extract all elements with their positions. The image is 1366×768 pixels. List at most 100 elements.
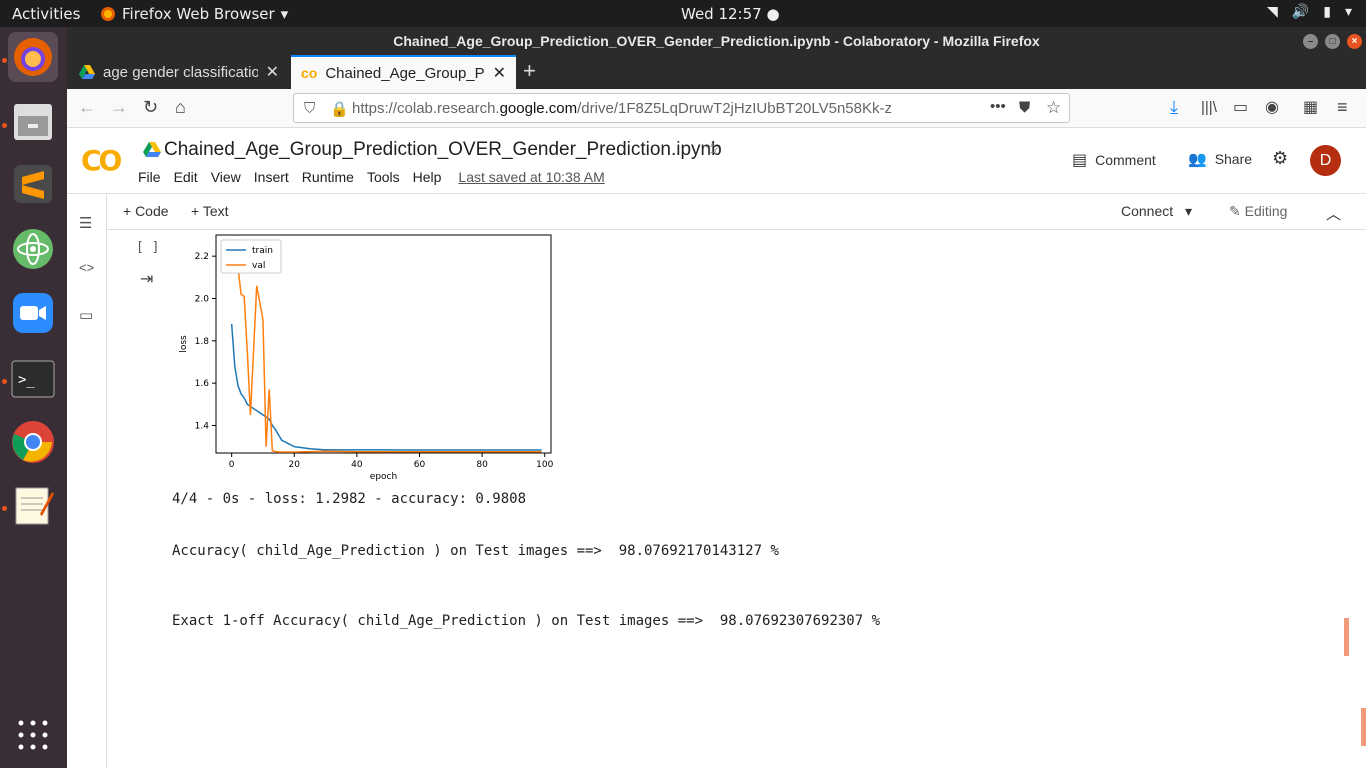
loss-chart: 0 20 40 60 80 100 1.4 1.6 1.8 2.0 2.2 epoch loss trai… <box>179 234 554 482</box>
google-drive-icon <box>79 65 95 79</box>
output-actions-icon[interactable]: ⇥ <box>140 269 153 289</box>
star-icon[interactable]: ☆ <box>704 138 721 161</box>
dock-sublime-text[interactable] <box>8 159 58 209</box>
colab-logo[interactable]: CO <box>81 144 122 177</box>
comment-button[interactable]: ▤ Comment <box>1072 150 1156 170</box>
share-label: Share <box>1214 151 1253 167</box>
pencil-icon: ✎ <box>1229 203 1241 219</box>
output-line-1off-accuracy: Exact 1-off Accuracy( child_Age_Predicti… <box>172 613 881 629</box>
x-tick-label: 80 <box>476 460 488 470</box>
y-tick-label: 2.0 <box>195 294 210 304</box>
downloads-icon[interactable]: ⤓ <box>1170 97 1178 118</box>
account-icon[interactable]: ◉ <box>1265 97 1279 117</box>
minimize-button[interactable]: – <box>1303 34 1318 49</box>
chevron-down-icon: ▾ <box>1344 4 1352 20</box>
terminal-icon: >_ <box>11 360 55 398</box>
pocket-icon[interactable]: ⛊ <box>1019 99 1030 116</box>
back-button[interactable]: ← <box>78 97 96 118</box>
colab-icon: co <box>301 65 318 81</box>
menu-runtime[interactable]: Runtime <box>302 169 354 185</box>
close-tab-icon[interactable]: ✕ <box>493 63 506 83</box>
maximize-button[interactable]: □ <box>1325 34 1340 49</box>
bookmark-star-icon[interactable]: ☆ <box>1046 98 1061 118</box>
menu-file[interactable]: File <box>138 169 161 185</box>
add-code-button[interactable]: + Code <box>123 203 169 219</box>
last-saved-link[interactable]: Last saved at 10:38 AM <box>458 169 604 185</box>
editing-label: Editing <box>1244 203 1288 219</box>
output-line-loss: 4/4 - 0s - loss: 1.2982 - accuracy: 0.98… <box>172 491 527 507</box>
url-bar[interactable]: ⛉ 🔒 https://colab.research.google.com/dr… <box>293 93 1070 123</box>
menu-help[interactable]: Help <box>413 169 442 185</box>
x-tick-label: 60 <box>414 460 426 470</box>
y-tick-label: 1.8 <box>195 337 210 347</box>
library-icon[interactable]: |||\ <box>1201 99 1217 116</box>
legend-label-val: val <box>252 261 265 271</box>
page-actions-icon[interactable]: ••• <box>990 98 1006 115</box>
sidebar-icon[interactable]: ▭ <box>1233 97 1248 117</box>
x-tick-label: 0 <box>229 460 235 470</box>
legend-box <box>220 239 282 274</box>
chevron-down-icon: ▾ <box>280 5 289 23</box>
y-tick-label: 1.6 <box>195 379 210 389</box>
x-tick-label: 40 <box>351 460 363 470</box>
window-title: Chained_Age_Group_Prediction_OVER_Gender… <box>393 33 1040 49</box>
menu-bar: File Edit View Insert Runtime Tools Help… <box>138 169 605 185</box>
notebook-title[interactable]: Chained_Age_Group_Prediction_OVER_Gender… <box>164 139 722 161</box>
dock-firefox[interactable] <box>8 32 58 82</box>
left-rail: ☰ <> ▭ <box>67 194 107 768</box>
menu-edit[interactable]: Edit <box>174 169 198 185</box>
close-window-button[interactable]: × <box>1347 34 1362 49</box>
extensions-icon[interactable]: ▦ <box>1303 97 1318 117</box>
hamburger-menu-icon[interactable]: ≡ <box>1337 97 1348 118</box>
firefox-icon <box>101 7 115 21</box>
home-button[interactable]: ⌂ <box>175 97 186 118</box>
code-snippets-icon[interactable]: <> <box>79 260 94 275</box>
menu-view[interactable]: View <box>211 169 241 185</box>
y-axis-label: loss <box>179 335 189 353</box>
close-tab-icon[interactable]: ✕ <box>266 62 279 82</box>
system-tray[interactable]: ◥ 🔊 ▮ ▾ <box>1267 4 1352 20</box>
chevron-down-icon: ▾ <box>1185 203 1193 219</box>
dock-chrome[interactable] <box>8 417 58 467</box>
collapse-header-icon[interactable]: ︿ <box>1326 203 1341 224</box>
app-menu[interactable]: Firefox Web Browser ▾ <box>100 5 288 23</box>
comment-icon: ▤ <box>1072 152 1088 169</box>
share-button[interactable]: 👥 Share <box>1188 150 1252 168</box>
url-text: https://colab.research.google.com/drive/… <box>352 100 892 117</box>
system-top-bar: Activities Firefox Web Browser ▾ Wed 12:… <box>0 0 1366 27</box>
editing-button[interactable]: ✎ Editing <box>1229 203 1287 220</box>
google-drive-icon <box>143 142 161 157</box>
show-applications-icon[interactable] <box>18 720 48 750</box>
shield-icon[interactable]: ⛉ <box>304 100 315 117</box>
avatar[interactable]: D <box>1310 145 1341 176</box>
dock-text-editor[interactable] <box>8 480 58 530</box>
x-axis-label: epoch <box>370 472 397 482</box>
activities-button[interactable]: Activities <box>12 5 80 23</box>
window-titlebar: Chained_Age_Group_Prediction_OVER_Gender… <box>67 27 1366 55</box>
cell-run-indicator[interactable]: [ ] <box>136 240 159 255</box>
menu-tools[interactable]: Tools <box>367 169 400 185</box>
menu-insert[interactable]: Insert <box>254 169 289 185</box>
tab-age-gender[interactable]: age gender classification ✕ <box>69 55 289 89</box>
settings-gear-icon[interactable]: ⚙ <box>1272 148 1288 169</box>
connect-button[interactable]: Connect ▾ <box>1121 203 1192 220</box>
wifi-icon: ◥ <box>1267 4 1278 20</box>
dock-files[interactable] <box>8 96 58 146</box>
tab-colab-notebook[interactable]: co Chained_Age_Group_Pre ✕ <box>291 55 516 89</box>
tab-label: age gender classification <box>103 63 258 81</box>
y-tick-label: 2.2 <box>195 252 209 262</box>
new-tab-button[interactable]: + <box>523 58 536 84</box>
dock-atom[interactable] <box>8 224 58 274</box>
add-text-button[interactable]: + Text <box>191 203 229 219</box>
table-of-contents-icon[interactable]: ☰ <box>79 214 92 232</box>
colab-header: CO Chained_Age_Group_Prediction_OVER_Gen… <box>67 128 1366 194</box>
dock-terminal[interactable]: >_ <box>8 354 58 404</box>
forward-button[interactable]: → <box>110 97 128 118</box>
dock-zoom[interactable] <box>8 288 58 338</box>
folder-icon[interactable]: ▭ <box>79 306 93 324</box>
scroll-marker <box>1344 618 1349 656</box>
lock-icon[interactable]: 🔒 <box>330 100 349 118</box>
volume-icon: 🔊 <box>1291 4 1310 20</box>
clock[interactable]: Wed 12:57 ● <box>681 5 780 23</box>
reload-button[interactable]: ↻ <box>143 97 158 118</box>
